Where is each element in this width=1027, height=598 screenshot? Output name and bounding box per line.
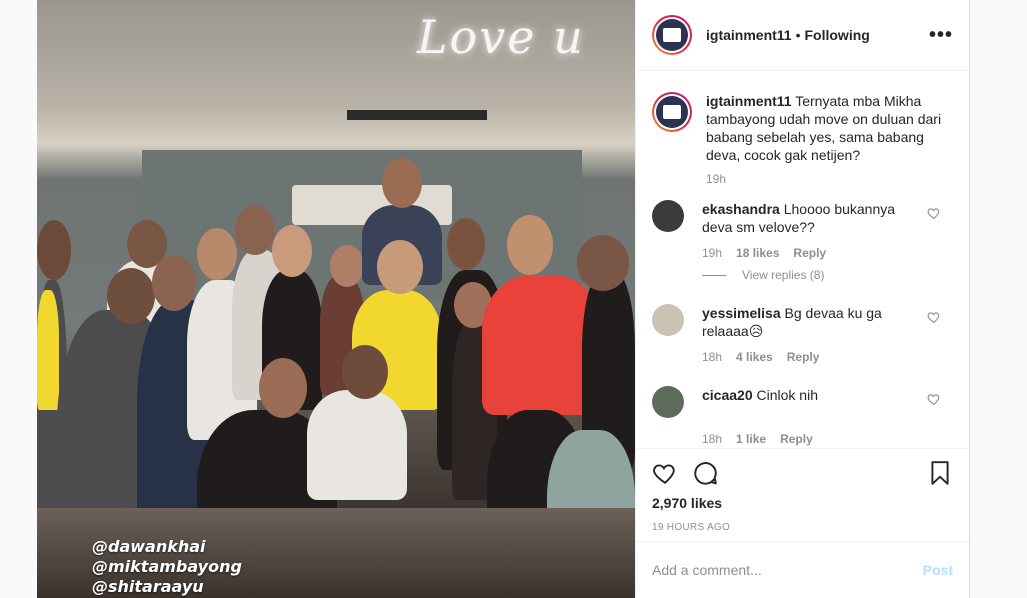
photo-tag: @dawankhai — [92, 537, 206, 556]
post-caption: igtainment11 Ternyata mba Mikha tambayon… — [652, 92, 953, 164]
comment-time[interactable]: 18h — [702, 432, 722, 446]
person-figure — [307, 390, 407, 500]
comment-item: cicaa20 Cinlok nih — [652, 386, 953, 418]
person-head — [152, 255, 196, 311]
bookmark-icon[interactable] — [927, 460, 953, 486]
commenter-avatar[interactable] — [652, 200, 684, 232]
person-head — [447, 218, 485, 270]
comment-likes[interactable]: 4 likes — [736, 350, 773, 364]
comment-likes[interactable]: 1 like — [736, 432, 766, 446]
view-replies-label: View replies (8) — [742, 268, 825, 282]
comment-username[interactable]: yessimelisa — [702, 305, 781, 321]
photo-tag: @miktambayong — [92, 557, 242, 576]
person-head — [197, 228, 237, 280]
person-head — [107, 268, 155, 324]
person-head — [235, 205, 275, 255]
person-head — [259, 358, 307, 418]
comment-meta: 18h 4 likes Reply — [702, 350, 953, 364]
post-time-ago[interactable]: 19 HOURS AGO — [652, 522, 953, 533]
post-photo[interactable]: Love u @dawankhai @miktambayong @shitara… — [37, 0, 635, 598]
comment-time[interactable]: 19h — [702, 246, 722, 260]
post-actions: 2,970 likes 19 HOURS AGO — [636, 448, 969, 533]
neon-sign-text: Love u — [417, 10, 585, 64]
photo-tag: @shitaraayu — [92, 577, 204, 596]
comment-item: yessimelisa Bg devaa ku ga relaaaa😥 — [652, 304, 953, 340]
commenter-avatar[interactable] — [652, 304, 684, 336]
comment-text: Cinlok nih — [756, 387, 818, 403]
more-options-icon[interactable]: ••• — [929, 24, 953, 47]
post-comment-button[interactable]: Post — [923, 562, 953, 578]
post-header: igtainment11 • Following ••• — [636, 0, 969, 71]
page-background — [970, 0, 1027, 598]
reply-button[interactable]: Reply — [793, 246, 826, 260]
likes-count[interactable]: 2,970 likes — [652, 495, 953, 511]
photo-tags: @dawankhai @miktambayong @shitaraayu — [92, 537, 242, 597]
person-head — [382, 158, 422, 208]
separator-dot: • — [795, 27, 801, 43]
comment-like-heart-icon[interactable] — [927, 392, 941, 406]
person-head — [507, 215, 553, 275]
avatar[interactable] — [652, 15, 692, 55]
comment-time[interactable]: 18h — [702, 350, 722, 364]
following-button[interactable]: Following — [805, 27, 870, 43]
comment-meta: 19h 18 likes Reply — [702, 246, 953, 260]
post-side-panel: igtainment11 • Following ••• igtainment1… — [635, 0, 970, 598]
person-head — [577, 235, 629, 291]
reply-button[interactable]: Reply — [787, 350, 820, 364]
avatar[interactable] — [652, 92, 692, 132]
add-comment-input[interactable] — [652, 562, 923, 578]
comment-likes[interactable]: 18 likes — [736, 246, 779, 260]
comment-item: ekashandra Lhoooo bukannya deva sm velov… — [652, 200, 953, 236]
add-comment-bar: Post — [636, 541, 969, 598]
caption-timestamp[interactable]: 19h — [706, 172, 953, 186]
caption-username[interactable]: igtainment11 — [706, 93, 792, 109]
comments-list[interactable]: igtainment11 Ternyata mba Mikha tambayon… — [636, 72, 969, 448]
person-head — [330, 245, 364, 287]
view-replies-button[interactable]: View replies (8) — [702, 268, 953, 282]
header-username[interactable]: igtainment11 — [706, 27, 792, 43]
heart-icon[interactable] — [652, 460, 678, 486]
comment-icon[interactable] — [692, 460, 718, 486]
person-head — [37, 220, 71, 280]
comment-like-heart-icon[interactable] — [927, 206, 941, 220]
comment-like-heart-icon[interactable] — [927, 310, 941, 324]
photo-lamp — [347, 110, 487, 120]
person-figure — [37, 290, 59, 410]
comment-meta: 18h 1 like Reply — [702, 432, 953, 446]
comment-username[interactable]: cicaa20 — [702, 387, 753, 403]
person-head — [377, 240, 423, 294]
person-head — [342, 345, 388, 399]
commenter-avatar[interactable] — [652, 386, 684, 418]
person-head — [272, 225, 312, 277]
reply-button[interactable]: Reply — [780, 432, 813, 446]
comment-username[interactable]: ekashandra — [702, 201, 780, 217]
